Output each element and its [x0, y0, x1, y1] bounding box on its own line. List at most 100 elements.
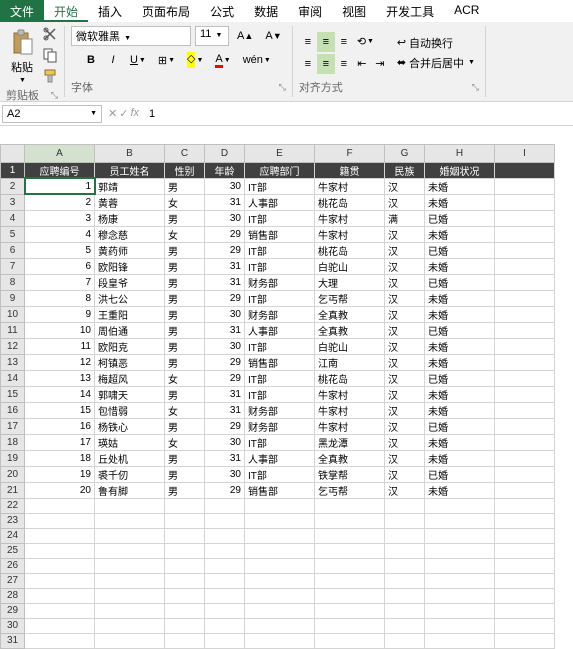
col-header-A[interactable]: A [25, 144, 95, 162]
cell[interactable]: 已婚 [425, 466, 495, 482]
cell[interactable]: 汉 [385, 482, 425, 498]
cell[interactable] [495, 450, 555, 466]
cell[interactable]: 6 [25, 258, 95, 274]
cell[interactable] [495, 306, 555, 322]
row-header[interactable]: 12 [1, 338, 25, 354]
cell[interactable]: 31 [205, 402, 245, 418]
cell[interactable]: 30 [205, 178, 245, 194]
cell[interactable] [495, 194, 555, 210]
cell[interactable] [25, 513, 95, 528]
cell[interactable]: 汉 [385, 402, 425, 418]
row-header[interactable]: 30 [1, 618, 25, 633]
cell[interactable] [495, 528, 555, 543]
col-header-D[interactable]: D [205, 144, 245, 162]
cell[interactable]: 民族 [385, 162, 425, 178]
cell[interactable] [425, 558, 495, 573]
row-header[interactable]: 19 [1, 450, 25, 466]
cell[interactable] [205, 588, 245, 603]
cell[interactable]: 桃花岛 [315, 242, 385, 258]
enter-icon[interactable]: ✓ [119, 107, 128, 120]
col-header-H[interactable]: H [425, 144, 495, 162]
cell[interactable] [95, 603, 165, 618]
cell[interactable]: 全真教 [315, 450, 385, 466]
cell[interactable]: 30 [205, 466, 245, 482]
cell[interactable] [495, 386, 555, 402]
cell[interactable] [165, 528, 205, 543]
cell[interactable]: IT部 [245, 258, 315, 274]
cell[interactable]: 31 [205, 322, 245, 338]
tab-acro[interactable]: ACR [444, 0, 489, 22]
cell[interactable] [425, 618, 495, 633]
cell[interactable] [245, 513, 315, 528]
grow-font-button[interactable]: A▲ [233, 26, 257, 46]
row-header[interactable]: 13 [1, 354, 25, 370]
cell[interactable]: 男 [165, 242, 205, 258]
cell[interactable] [315, 543, 385, 558]
row-header[interactable]: 17 [1, 418, 25, 434]
row-header[interactable]: 3 [1, 194, 25, 210]
cell[interactable] [385, 588, 425, 603]
cell[interactable]: 黄药师 [95, 242, 165, 258]
cell[interactable] [245, 588, 315, 603]
cell[interactable] [205, 618, 245, 633]
align-left-button[interactable]: ≡ [299, 54, 317, 74]
cell[interactable] [165, 498, 205, 513]
cell[interactable] [245, 603, 315, 618]
paste-button[interactable]: 粘贴 ▼ [6, 27, 38, 86]
cell[interactable]: 牛家村 [315, 402, 385, 418]
cell[interactable]: 未婚 [425, 386, 495, 402]
cell[interactable]: 8 [25, 290, 95, 306]
cell[interactable] [425, 603, 495, 618]
cell[interactable]: 鲁有脚 [95, 482, 165, 498]
cell[interactable]: 13 [25, 370, 95, 386]
format-painter-button[interactable] [42, 68, 58, 87]
cell[interactable]: 已婚 [425, 370, 495, 386]
font-size-select[interactable]: 11 ▼ [195, 26, 229, 46]
align-center-button[interactable]: ≡ [317, 54, 335, 74]
cell[interactable]: 30 [205, 434, 245, 450]
cell[interactable] [25, 573, 95, 588]
cell[interactable]: IT部 [245, 466, 315, 482]
cell[interactable]: 年龄 [205, 162, 245, 178]
cell[interactable]: 16 [25, 418, 95, 434]
cell[interactable]: 20 [25, 482, 95, 498]
cell[interactable]: IT部 [245, 242, 315, 258]
cell[interactable] [495, 543, 555, 558]
merge-center-button[interactable]: ⬌合并后居中▼ [393, 54, 479, 72]
cell[interactable] [25, 528, 95, 543]
cell[interactable] [425, 588, 495, 603]
cell[interactable]: 31 [205, 450, 245, 466]
cell[interactable]: 18 [25, 450, 95, 466]
cell[interactable]: 牛家村 [315, 386, 385, 402]
cell[interactable]: 汉 [385, 194, 425, 210]
cell[interactable] [385, 513, 425, 528]
formula-input[interactable] [143, 106, 573, 122]
cell[interactable]: 男 [165, 210, 205, 226]
cell[interactable] [205, 633, 245, 648]
cell[interactable]: 29 [205, 354, 245, 370]
cell[interactable] [165, 588, 205, 603]
col-header-F[interactable]: F [315, 144, 385, 162]
cell[interactable]: 人事部 [245, 322, 315, 338]
cell[interactable]: 财务部 [245, 418, 315, 434]
wrap-text-button[interactable]: ↩自动换行 [393, 34, 479, 52]
cell[interactable]: 财务部 [245, 306, 315, 322]
row-header[interactable]: 29 [1, 603, 25, 618]
cell[interactable]: IT部 [245, 386, 315, 402]
cell[interactable] [95, 528, 165, 543]
cancel-icon[interactable]: ✕ [108, 107, 117, 120]
row-header[interactable]: 2 [1, 178, 25, 194]
cell[interactable]: 大理 [315, 274, 385, 290]
cell[interactable]: 桃花岛 [315, 194, 385, 210]
row-header[interactable]: 25 [1, 543, 25, 558]
cell[interactable]: 郭靖 [95, 178, 165, 194]
select-all-corner[interactable] [1, 144, 25, 162]
cell[interactable] [495, 434, 555, 450]
cell[interactable]: 汉 [385, 290, 425, 306]
cell[interactable] [315, 573, 385, 588]
cell[interactable]: 婚姻状况 [425, 162, 495, 178]
cell[interactable] [245, 633, 315, 648]
cell[interactable]: 裘千仞 [95, 466, 165, 482]
row-header[interactable]: 10 [1, 306, 25, 322]
cell[interactable]: 未婚 [425, 258, 495, 274]
